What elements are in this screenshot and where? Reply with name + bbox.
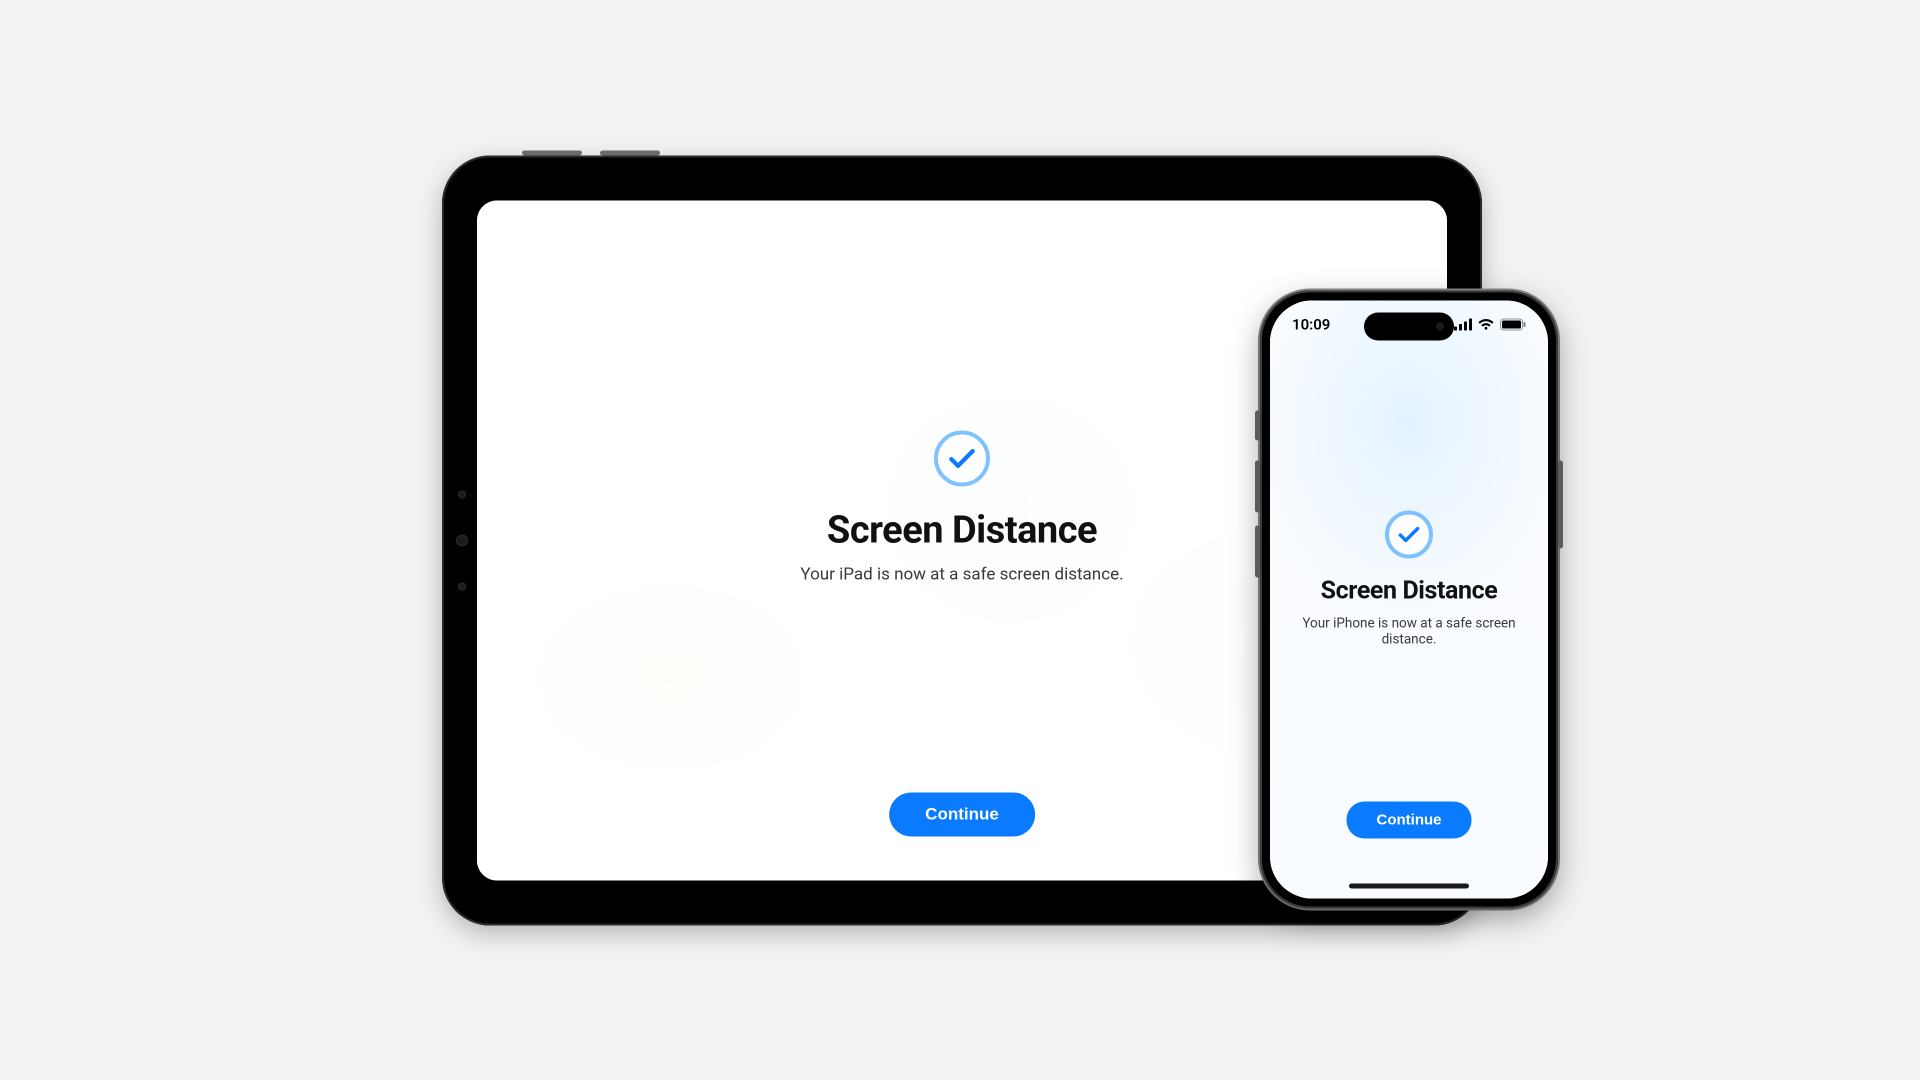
iphone-screen-distance-panel: Screen Distance Your iPhone is now at a … — [1270, 301, 1548, 899]
home-indicator[interactable] — [1349, 884, 1469, 889]
ipad-continue-button[interactable]: Continue — [889, 793, 1035, 837]
dynamic-island — [1364, 313, 1454, 341]
iphone-screen: 10:09 Sc — [1270, 301, 1548, 899]
ipad-title: Screen Distance — [827, 509, 1097, 553]
battery-icon — [1500, 319, 1526, 331]
cellular-signal-icon — [1454, 319, 1472, 331]
status-icons — [1454, 319, 1526, 331]
iphone-continue-button[interactable]: Continue — [1347, 802, 1472, 839]
ipad-subtitle: Your iPad is now at a safe screen distan… — [800, 565, 1123, 585]
iphone-subtitle: Your iPhone is now at a safe screen dist… — [1288, 616, 1530, 648]
checkmark-circle-icon — [1385, 511, 1433, 559]
iphone-side-button — [1558, 461, 1563, 549]
wifi-icon — [1478, 319, 1494, 331]
ipad-camera-array — [456, 491, 468, 591]
iphone-volume-up — [1255, 461, 1260, 513]
status-time: 10:09 — [1292, 316, 1330, 334]
ipad-hardware-buttons — [522, 151, 660, 156]
iphone-mute-switch — [1255, 411, 1260, 441]
iphone-device-frame: 10:09 Sc — [1260, 291, 1558, 909]
device-showcase: Screen Distance Your iPad is now at a sa… — [232, 131, 1688, 950]
iphone-title: Screen Distance — [1321, 577, 1498, 606]
checkmark-circle-icon — [934, 431, 990, 487]
iphone-volume-down — [1255, 526, 1260, 578]
